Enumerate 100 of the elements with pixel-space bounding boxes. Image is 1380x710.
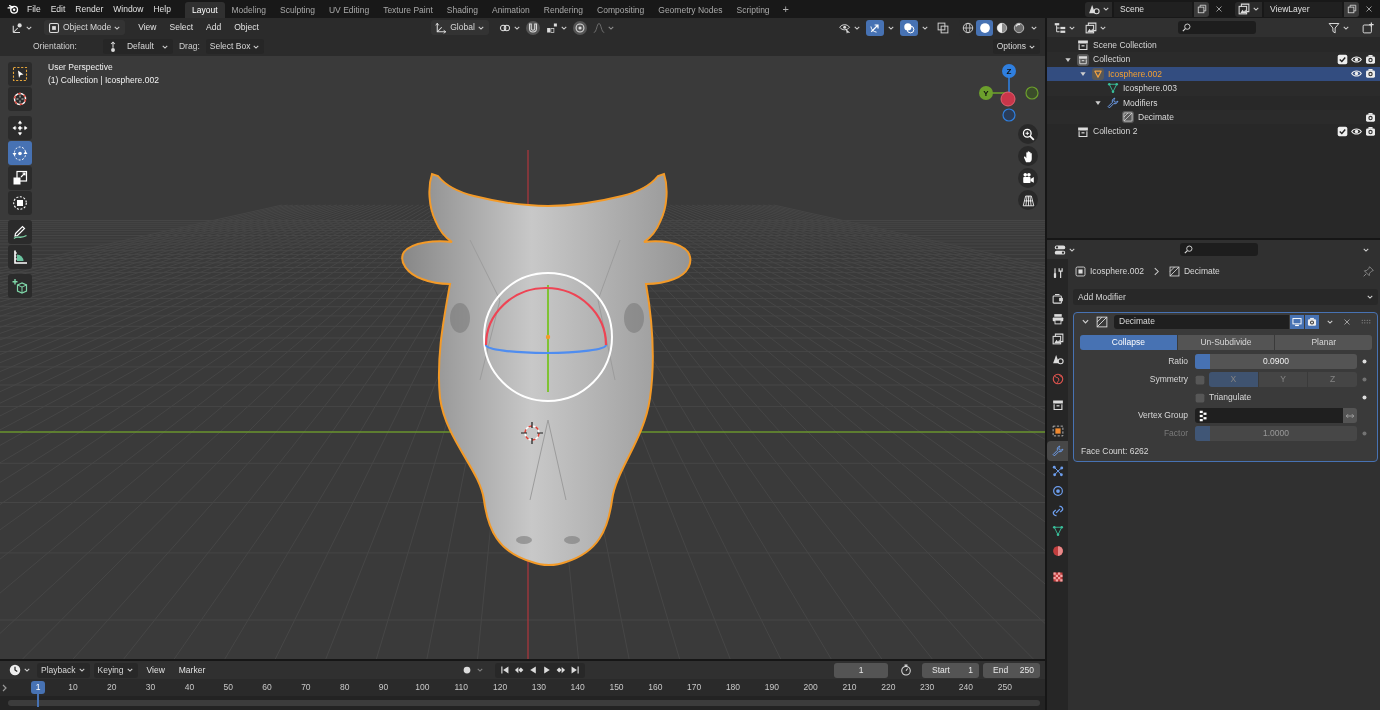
workspace-tab[interactable]: Animation [484, 2, 537, 18]
menu-item[interactable]: Marker [173, 662, 211, 678]
eye-icon[interactable] [1350, 126, 1362, 138]
mode-tab[interactable]: Un-Subdivide [1177, 335, 1275, 350]
add-modifier-dropdown[interactable]: Add Modifier [1073, 289, 1378, 305]
chevron-icon[interactable] [2, 683, 7, 692]
frame-field[interactable]: 1 [834, 662, 888, 678]
tool-button[interactable] [8, 220, 32, 244]
skip-start-icon[interactable] [500, 665, 510, 675]
dot-icon[interactable] [1362, 395, 1367, 400]
disclosure-triangle-icon[interactable] [1065, 56, 1071, 63]
dot-icon[interactable] [1362, 359, 1367, 364]
pan-button[interactable] [1018, 146, 1038, 166]
magnet-icon[interactable] [525, 20, 540, 35]
filter-dropdown[interactable] [1325, 20, 1352, 35]
rotate-gizmo[interactable] [483, 272, 613, 402]
checkbox[interactable] [1336, 126, 1348, 138]
tree-row[interactable]: Modifiers [1047, 95, 1380, 110]
close-icon[interactable] [1365, 5, 1373, 13]
end-frame-field[interactable]: End 250 [983, 662, 1040, 678]
tool-button[interactable] [8, 116, 32, 140]
workspace-tab[interactable]: Modeling [224, 2, 273, 18]
workspace-tab[interactable]: UV Editing [321, 2, 377, 18]
display-mode-dropdown[interactable] [1082, 20, 1109, 35]
toggle-button[interactable] [1290, 314, 1304, 329]
logo-icon[interactable] [7, 3, 19, 15]
orientation-dropdown[interactable]: Default [102, 39, 173, 54]
skip-end-icon[interactable] [570, 665, 580, 675]
3d-viewport[interactable]: Object Mode View Select Add Object Global Orientation: Default Drag: Select Box Options User Perspective (1) Collection | Icosphere.002 Z Y [0, 18, 1045, 659]
menu-item[interactable]: Help [148, 1, 176, 17]
navigation-gizmo[interactable]: Z Y [979, 64, 1039, 122]
menu-dropdown[interactable]: Playback [37, 662, 90, 678]
checkbox[interactable] [1195, 374, 1205, 385]
tool-button[interactable] [8, 274, 32, 298]
menu-item[interactable]: Edit [45, 1, 71, 17]
camera-icon[interactable] [1364, 126, 1376, 138]
camera-view-button[interactable] [1018, 168, 1038, 188]
menu-item[interactable]: Object [229, 19, 264, 36]
menu-dropdown[interactable]: Keying [93, 662, 138, 678]
play-reverse-icon[interactable] [528, 665, 538, 675]
search-field[interactable] [1179, 243, 1258, 256]
play-icon[interactable] [542, 665, 552, 675]
mode-tab[interactable]: Collapse [1080, 335, 1177, 350]
shading-button[interactable] [976, 19, 993, 36]
duplicate-button[interactable] [1344, 1, 1359, 17]
menu-item[interactable]: File [22, 1, 46, 17]
browse-dropdown[interactable] [1085, 1, 1112, 17]
menu-item[interactable]: View [141, 662, 170, 678]
menu-item[interactable]: Window [108, 1, 149, 17]
caret-icon[interactable] [1327, 319, 1333, 324]
tool-button[interactable] [8, 245, 32, 269]
disclosure-triangle-icon[interactable] [1080, 70, 1086, 77]
toggle-button[interactable] [900, 19, 918, 36]
mode-tab[interactable]: Planar [1275, 335, 1372, 350]
camera-icon[interactable] [1364, 68, 1376, 80]
search-field[interactable] [1178, 21, 1256, 34]
add-workspace-button[interactable]: + [776, 2, 796, 18]
workspace-tab[interactable]: Sculpting [273, 2, 322, 18]
workspace-tab[interactable]: Scripting [729, 2, 777, 18]
tree-row[interactable]: Scene Collection [1047, 38, 1380, 53]
pin-icon[interactable] [1363, 265, 1374, 277]
eye-icon[interactable] [1350, 68, 1362, 80]
caret-icon[interactable] [922, 25, 928, 30]
auto-range-button[interactable] [898, 662, 914, 678]
tool-button[interactable] [8, 87, 32, 111]
chevron-icon[interactable] [1082, 319, 1089, 324]
zoom-button[interactable] [1018, 124, 1038, 144]
caret-icon[interactable] [1031, 25, 1037, 30]
drag-handle-icon[interactable] [1361, 319, 1371, 324]
view-layer-field[interactable]: ViewLayer [1264, 1, 1342, 17]
scene-field[interactable]: Scene [1114, 1, 1192, 17]
tool-button[interactable] [8, 62, 32, 86]
workspace-tab[interactable]: Layout [184, 2, 225, 18]
new-collection-icon[interactable] [1362, 21, 1374, 34]
projection-button[interactable] [1018, 190, 1038, 210]
slider[interactable]: 0.0900 [1195, 354, 1357, 369]
orientation-dropdown[interactable]: Global [431, 20, 489, 35]
mode-dropdown[interactable]: Object Mode [44, 20, 126, 35]
dot-icon[interactable] [1362, 377, 1367, 382]
disclosure-triangle-icon[interactable] [1095, 99, 1101, 106]
close-icon[interactable] [1215, 5, 1223, 13]
tool-button[interactable] [8, 166, 32, 190]
toggle-button[interactable] [934, 19, 952, 36]
workspace-tab[interactable]: Shading [439, 2, 485, 18]
caret-icon[interactable] [888, 25, 894, 30]
playhead[interactable]: 1 [31, 681, 45, 694]
menu-item[interactable]: Render [70, 1, 109, 17]
circle-dot-icon[interactable] [572, 20, 587, 35]
input-field[interactable] [1195, 408, 1343, 423]
eye-icon[interactable] [1350, 54, 1362, 66]
scrollbar[interactable] [8, 700, 1040, 706]
workspace-tab[interactable]: Compositing [590, 2, 652, 18]
name-field[interactable]: Decimate [1114, 314, 1289, 329]
tool-button[interactable] [8, 191, 32, 215]
workspace-tab[interactable]: Texture Paint [376, 2, 440, 18]
checkbox[interactable] [1336, 54, 1348, 66]
drag-dropdown[interactable]: Select Box [205, 39, 265, 54]
workspace-tab[interactable]: Geometry Nodes [651, 2, 730, 18]
menu-item[interactable]: Add [201, 19, 227, 36]
tree-row[interactable]: Collection 2 [1047, 124, 1380, 139]
